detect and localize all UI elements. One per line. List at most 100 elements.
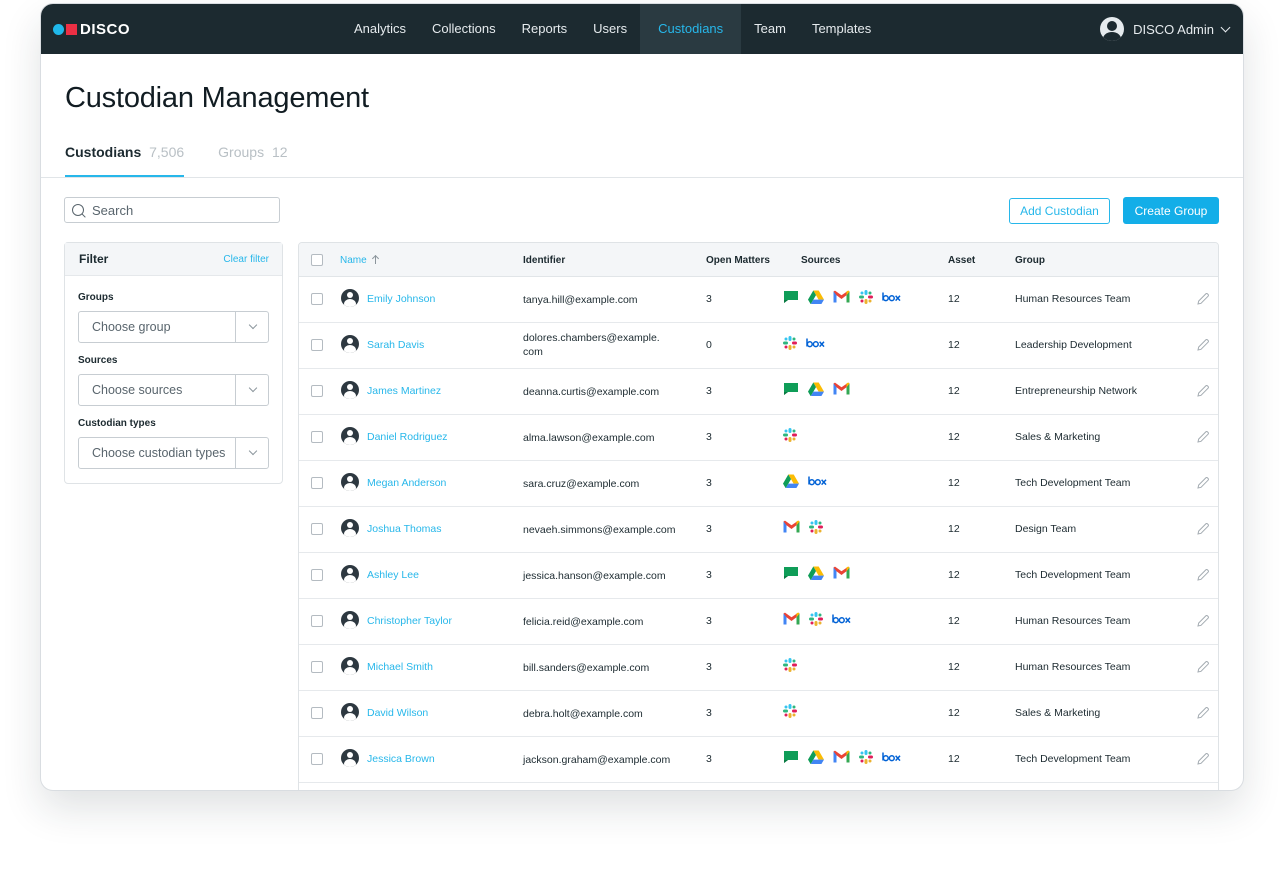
groups-select[interactable]: Choose group	[78, 311, 269, 343]
asset-count: 12	[948, 339, 960, 351]
nav-item-reports[interactable]: Reports	[509, 4, 581, 54]
row-checkbox[interactable]	[311, 753, 323, 765]
custodian-avatar-icon	[341, 657, 359, 675]
table-row[interactable]: Daniel Rodriguez alma.lawson@example.com 3…	[299, 414, 1218, 461]
custodian-avatar-icon	[341, 473, 359, 491]
edit-pencil-icon[interactable]	[1196, 522, 1210, 536]
nav-item-team[interactable]: Team	[741, 4, 799, 54]
row-checkbox[interactable]	[311, 293, 323, 305]
edit-pencil-icon[interactable]	[1196, 476, 1210, 490]
logo-square-icon	[66, 23, 77, 35]
slack-icon	[783, 657, 797, 677]
box-icon	[808, 474, 827, 492]
custodian-identifier: alma.lawson@example.com	[523, 432, 655, 444]
table-row[interactable]: Jessica Brown jackson.graham@example.com 3…	[299, 736, 1218, 783]
table-row[interactable]: Emily Johnson tanya.hill@example.com 3 12 Hu…	[299, 276, 1218, 323]
row-checkbox[interactable]	[311, 385, 323, 397]
custodian-group: Sales & Marketing	[1015, 431, 1101, 443]
custodians-table: Name Identifier Open Matters Sources Ass…	[298, 242, 1219, 790]
edit-pencil-icon[interactable]	[1196, 752, 1210, 766]
sort-ascending-icon	[372, 255, 380, 264]
custodian-name-link[interactable]: Megan Anderson	[367, 477, 446, 489]
tab-custodians[interactable]: Custodians 7,506	[65, 144, 185, 178]
edit-pencil-icon[interactable]	[1196, 430, 1210, 444]
gmail-icon	[833, 382, 850, 400]
custodian-name-link[interactable]: David Wilson	[367, 707, 428, 719]
row-checkbox[interactable]	[311, 477, 323, 489]
nav-item-collections[interactable]: Collections	[419, 4, 509, 54]
custodian-identifier: deanna.curtis@example.com	[523, 386, 660, 398]
row-checkbox[interactable]	[311, 523, 323, 535]
custodian-name-link[interactable]: Ashley Lee	[367, 569, 419, 581]
custodian-name-link[interactable]: Daniel Rodriguez	[367, 431, 448, 443]
custodian-name-link[interactable]: Joshua Thomas	[367, 523, 442, 535]
slack-icon	[809, 519, 823, 539]
edit-pencil-icon[interactable]	[1196, 338, 1210, 352]
nav-item-analytics[interactable]: Analytics	[341, 4, 419, 54]
row-checkbox[interactable]	[311, 339, 323, 351]
row-checkbox[interactable]	[311, 707, 323, 719]
table-row[interactable]: Sarah Davis dolores.chambers@example. com 0…	[299, 322, 1218, 369]
edit-pencil-icon[interactable]	[1196, 292, 1210, 306]
column-header-name-label: Name	[340, 255, 367, 266]
custodian-name-link[interactable]: Michael Smith	[367, 661, 433, 673]
google-chat-icon	[783, 750, 799, 769]
source-icons	[783, 657, 806, 677]
column-header-identifier: Identifier	[523, 255, 566, 266]
edit-pencil-icon[interactable]	[1196, 660, 1210, 674]
table-row[interactable]: Ashley Lee jessica.hanson@example.com 3 12 T…	[299, 552, 1218, 599]
disco-logo[interactable]: DISCO	[53, 20, 130, 38]
sources-select[interactable]: Choose sources	[78, 374, 269, 406]
custodian-name-link[interactable]: Christopher Taylor	[367, 615, 452, 627]
custodian-name-link[interactable]: Sarah Davis	[367, 339, 424, 351]
add-custodian-button[interactable]: Add Custodian	[1009, 198, 1110, 224]
asset-count: 12	[948, 753, 960, 765]
chevron-down-icon	[1220, 22, 1231, 32]
edit-pencil-icon[interactable]	[1196, 384, 1210, 398]
open-matters-count: 0	[706, 339, 712, 351]
tab-groups[interactable]: Groups 12	[218, 144, 287, 178]
custodian-identifier: felicia.reid@example.com	[523, 616, 644, 628]
table-row[interactable]: David Wilson debra.holt@example.com 3 12 Sal…	[299, 690, 1218, 737]
tab-custodians-count: 7,506	[149, 144, 185, 160]
create-group-button[interactable]: Create Group	[1123, 197, 1219, 224]
row-checkbox[interactable]	[311, 569, 323, 581]
nav-item-users[interactable]: Users	[580, 4, 640, 54]
edit-pencil-icon[interactable]	[1196, 568, 1210, 582]
column-header-name[interactable]: Name	[340, 255, 380, 266]
custodian-name-link[interactable]: James Martinez	[367, 385, 441, 397]
open-matters-count: 3	[706, 615, 712, 627]
source-icons	[783, 427, 806, 444]
source-icons	[783, 474, 836, 492]
table-row[interactable]: James Martinez deanna.curtis@example.com 3…	[299, 368, 1218, 415]
table-row[interactable]: Megan Anderson sara.cruz@example.com 3 12 Te…	[299, 460, 1218, 507]
chevron-down-icon	[248, 446, 258, 456]
asset-count: 12	[948, 477, 960, 489]
edit-pencil-icon[interactable]	[1196, 614, 1210, 628]
edit-pencil-icon[interactable]	[1196, 706, 1210, 720]
slack-icon	[859, 749, 873, 769]
row-checkbox[interactable]	[311, 615, 323, 627]
nav-item-templates[interactable]: Templates	[799, 4, 884, 54]
custodian-avatar-icon	[341, 519, 359, 537]
nav-item-custodians[interactable]: Custodians	[640, 4, 742, 54]
logo-text: DISCO	[80, 20, 131, 38]
table-row[interactable]: Joshua Thomas nevaeh.simmons@example.com 3…	[299, 506, 1218, 553]
custodian-types-select[interactable]: Choose custodian types	[78, 437, 269, 469]
logo-dot-icon	[53, 23, 64, 35]
custodian-avatar-icon	[341, 289, 359, 307]
row-checkbox[interactable]	[311, 431, 323, 443]
custodian-name-link[interactable]: Emily Johnson	[367, 293, 435, 305]
search-box[interactable]	[64, 197, 280, 223]
custodian-group: Design Team	[1015, 523, 1077, 535]
user-menu[interactable]: DISCO Admin	[1100, 17, 1231, 41]
clear-filter-link[interactable]: Clear filter	[223, 254, 269, 265]
search-input[interactable]	[90, 201, 264, 219]
custodian-avatar-icon	[341, 565, 359, 583]
table-row[interactable]: Christopher Taylor felicia.reid@example.c…	[299, 598, 1218, 645]
table-row[interactable]: Michael Smith bill.sanders@example.com 3 12…	[299, 644, 1218, 691]
row-checkbox[interactable]	[311, 661, 323, 673]
select-all-checkbox[interactable]	[311, 254, 323, 266]
custodian-name-link[interactable]: Jessica Brown	[367, 753, 435, 765]
source-icons	[783, 289, 910, 306]
